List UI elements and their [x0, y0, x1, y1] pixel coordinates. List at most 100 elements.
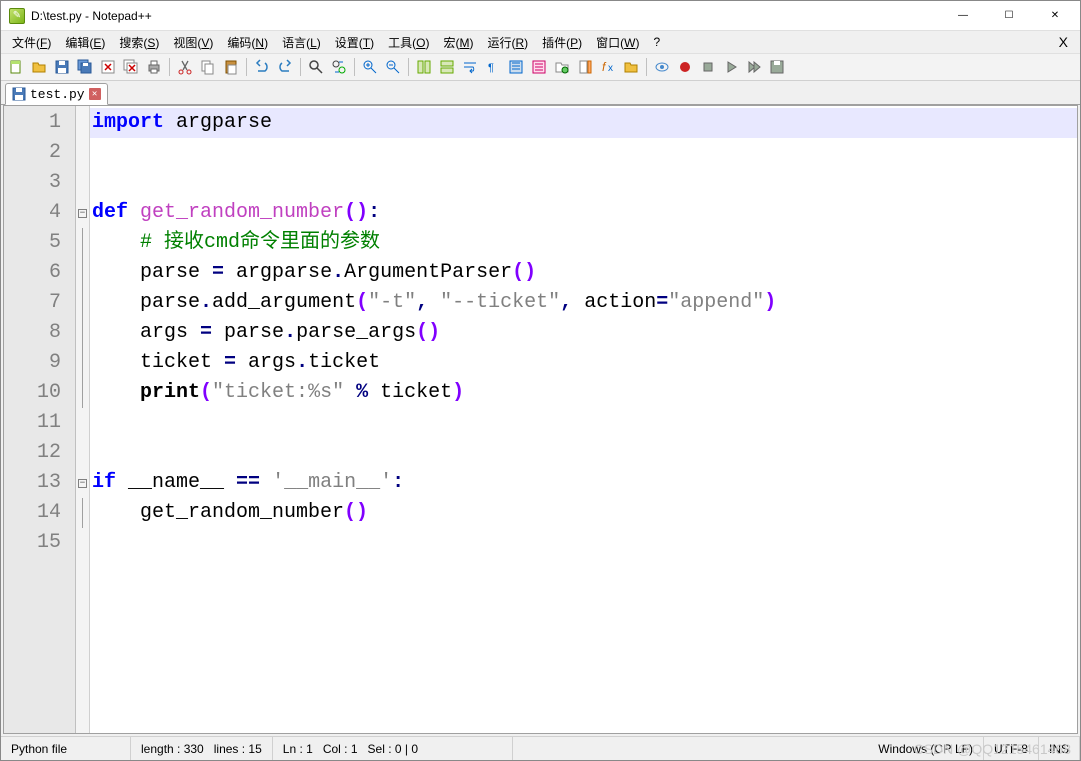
udl-icon[interactable]	[528, 56, 550, 78]
toolbar-separator	[300, 58, 301, 76]
fold-cell	[76, 498, 89, 528]
line-number: 6	[4, 258, 75, 288]
toolbar-separator	[354, 58, 355, 76]
menu-设置[interactable]: 设置(T)	[328, 32, 381, 53]
code-line[interactable]: def get_random_number():	[90, 198, 1077, 228]
menu-?[interactable]: ?	[646, 33, 667, 51]
fold-cell	[76, 138, 89, 168]
code-line[interactable]: parse = argparse.ArgumentParser()	[90, 258, 1077, 288]
status-eol[interactable]: Windows (CR LF)	[868, 737, 984, 760]
maximize-button[interactable]: ☐	[986, 1, 1032, 31]
menu-窗口[interactable]: 窗口(W)	[589, 32, 646, 53]
tab-test-py[interactable]: test.py ✕	[5, 83, 108, 105]
menu-搜索[interactable]: 搜索(S)	[112, 32, 166, 53]
menu-插件[interactable]: 插件(P)	[535, 32, 589, 53]
code-line[interactable]	[90, 438, 1077, 468]
menu-编码[interactable]: 编码(N)	[220, 32, 275, 53]
status-file-type: Python file	[1, 737, 131, 760]
line-number: 7	[4, 288, 75, 318]
code-line[interactable]: get_random_number()	[90, 498, 1077, 528]
line-number: 13	[4, 468, 75, 498]
sync-v-icon[interactable]	[413, 56, 435, 78]
status-cursor: Ln : 1 Col : 1 Sel : 0 | 0	[273, 737, 513, 760]
monitor-icon[interactable]	[651, 56, 673, 78]
code-line[interactable]: print("ticket:%s" % ticket)	[90, 378, 1077, 408]
fold-cell[interactable]: −	[76, 468, 89, 498]
save-macro-icon[interactable]	[766, 56, 788, 78]
tabbar: test.py ✕	[1, 81, 1080, 105]
zoom-in-icon[interactable]	[359, 56, 381, 78]
save-all-icon[interactable]	[74, 56, 96, 78]
fold-minus-icon: −	[78, 209, 87, 218]
code-line[interactable]: if __name__ == '__main__':	[90, 468, 1077, 498]
stop-icon[interactable]	[697, 56, 719, 78]
code-line[interactable]: args = parse.parse_args()	[90, 318, 1077, 348]
fold-cell[interactable]: −	[76, 198, 89, 228]
tab-close-icon[interactable]: ✕	[89, 88, 101, 100]
code-line[interactable]	[90, 528, 1077, 558]
code-line[interactable]	[90, 138, 1077, 168]
status-insert-mode[interactable]: INS	[1039, 737, 1080, 760]
fold-cell	[76, 378, 89, 408]
window-controls: — ☐ ✕	[940, 1, 1078, 31]
open-file-icon[interactable]	[28, 56, 50, 78]
line-number: 11	[4, 408, 75, 438]
save-icon[interactable]	[51, 56, 73, 78]
titlebar: ✎ D:\test.py - Notepad++ — ☐ ✕	[1, 1, 1080, 31]
wrap-icon[interactable]	[459, 56, 481, 78]
copy-icon[interactable]	[197, 56, 219, 78]
func-list-icon[interactable]: fx	[597, 56, 619, 78]
fold-cell	[76, 168, 89, 198]
code-line[interactable]	[90, 168, 1077, 198]
menu-视图[interactable]: 视图(V)	[166, 32, 220, 53]
close-file-icon[interactable]	[97, 56, 119, 78]
print-icon[interactable]	[143, 56, 165, 78]
play-multi-icon[interactable]	[743, 56, 765, 78]
code-area[interactable]: import argparsedef get_random_number(): …	[90, 106, 1077, 733]
menu-宏[interactable]: 宏(M)	[436, 32, 480, 53]
code-line[interactable]: ticket = args.ticket	[90, 348, 1077, 378]
code-line[interactable]	[90, 408, 1077, 438]
fold-cell	[76, 108, 89, 138]
fold-cell	[76, 318, 89, 348]
indent-guide-icon[interactable]	[505, 56, 527, 78]
minimize-button[interactable]: —	[940, 1, 986, 31]
fold-cell	[76, 528, 89, 558]
menu-close-x[interactable]: X	[1051, 34, 1076, 50]
menu-编辑[interactable]: 编辑(E)	[58, 32, 112, 53]
close-all-icon[interactable]	[120, 56, 142, 78]
code-line[interactable]: parse.add_argument("-t", "--ticket", act…	[90, 288, 1077, 318]
show-all-chars-icon[interactable]: ¶	[482, 56, 504, 78]
window-title: D:\test.py - Notepad++	[31, 9, 940, 23]
sync-h-icon[interactable]	[436, 56, 458, 78]
replace-icon[interactable]	[328, 56, 350, 78]
folder-doc-icon[interactable]	[551, 56, 573, 78]
folder-workspace-icon[interactable]	[620, 56, 642, 78]
close-button[interactable]: ✕	[1032, 1, 1078, 31]
status-encoding[interactable]: UTF-8	[984, 737, 1039, 760]
paste-icon[interactable]	[220, 56, 242, 78]
fold-column: −−	[76, 106, 90, 733]
fold-cell	[76, 288, 89, 318]
tab-label: test.py	[30, 87, 85, 102]
record-icon[interactable]	[674, 56, 696, 78]
code-line[interactable]: import argparse	[90, 108, 1077, 138]
fold-cell	[76, 438, 89, 468]
find-icon[interactable]	[305, 56, 327, 78]
redo-icon[interactable]	[274, 56, 296, 78]
menu-语言[interactable]: 语言(L)	[275, 32, 328, 53]
play-icon[interactable]	[720, 56, 742, 78]
status-length: length : 330 lines : 15	[131, 737, 273, 760]
code-line[interactable]: # 接收cmd命令里面的参数	[90, 228, 1077, 258]
line-number: 12	[4, 438, 75, 468]
menu-文件[interactable]: 文件(F)	[5, 32, 58, 53]
undo-icon[interactable]	[251, 56, 273, 78]
fold-cell	[76, 228, 89, 258]
new-file-icon[interactable]	[5, 56, 27, 78]
line-number: 4	[4, 198, 75, 228]
cut-icon[interactable]	[174, 56, 196, 78]
doc-map-icon[interactable]	[574, 56, 596, 78]
zoom-out-icon[interactable]	[382, 56, 404, 78]
menu-运行[interactable]: 运行(R)	[480, 32, 535, 53]
menu-工具[interactable]: 工具(O)	[381, 32, 436, 53]
